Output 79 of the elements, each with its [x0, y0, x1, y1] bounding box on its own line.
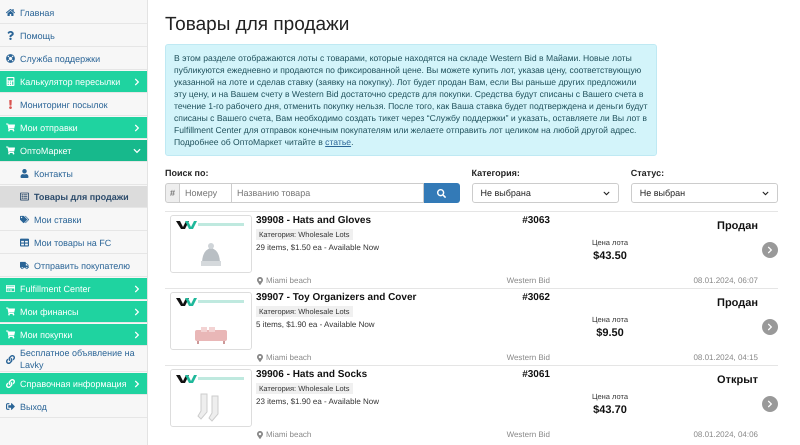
open-lot-button[interactable]	[762, 242, 778, 258]
lot-number: #3062	[522, 292, 550, 303]
logout-icon	[6, 402, 15, 411]
table-icon	[20, 238, 29, 247]
lot-location: Miami beach	[256, 353, 312, 362]
caret-icon	[602, 190, 610, 196]
caret-icon	[762, 190, 769, 196]
chevron-right-icon	[133, 124, 141, 132]
lot-number: #3061	[522, 369, 550, 380]
calculator-icon	[6, 77, 15, 86]
hash-addon: #	[165, 183, 180, 203]
lot-seller: Western Bid	[506, 276, 550, 285]
cart-icon	[6, 146, 15, 155]
hat-drawing	[198, 242, 224, 268]
cart-icon	[6, 123, 15, 132]
sidebar-item[interactable]: Бесплатное объявление на Lavky	[0, 347, 147, 372]
card-icon	[6, 284, 15, 293]
cart-icon	[6, 307, 15, 316]
lot-status: Продан	[717, 220, 758, 232]
status-label: Статус:	[630, 168, 666, 178]
category-select[interactable]: Не выбрана	[472, 183, 619, 203]
lot-date: 08.01.2024, 06:07	[693, 276, 758, 285]
chevron-right-icon	[133, 308, 141, 316]
sidebar-subitem[interactable]: Товары для продажи	[0, 186, 147, 208]
chevron-down-icon	[133, 146, 141, 154]
lot-seller: Western Bid	[506, 353, 550, 362]
lot-date: 08.01.2024, 04:06	[693, 430, 758, 439]
lot-title[interactable]: 39906 - Hats and Socks	[256, 369, 368, 380]
list-icon	[20, 192, 29, 201]
lifebuoy-icon	[6, 54, 15, 63]
lot-details: 23 items, $1.90 ea - Available Now	[256, 397, 380, 406]
info-text: В этом разделе отображаются лоты с товарами, которые находятся на складе Western Bid в Майами. Новые лоты публикуются ежедневно и продаются по фиксированной цене. Вы можете купить лот, указав цену, соответствующую указанной на лоте и сделав ставку (заявку на покупку). Лот будет продан Вам, если Вы раньше других предложили эту цену, и на Вашем счету в Western Bid достаточно средств для покупки. Средства будут списаны с Вашего счета в течение 1-го рабочего дня, отменить покупку нельзя. После того, как Ваша ставка будет подтверждена и деньги будут списаны с Вашего счета, Вам необходимо создать тикет через “Службу поддержки” и указать, оставляете ли Вы лот в Fulfillment Center для отправок конечным покупателям или желаете отправить лот целиком на любой другой адрес. Подробнее об ОптоМаркет читайте в статье.	[165, 44, 657, 156]
lot-number: #3063	[522, 215, 550, 226]
map-pin-icon	[256, 354, 264, 362]
category-label: Категория:	[472, 168, 521, 178]
map-pin-icon	[256, 430, 264, 438]
lot-details: 29 items, $1.50 ea - Available Now	[256, 243, 380, 252]
lot-price: $43.50	[593, 250, 627, 262]
truck-icon	[20, 261, 29, 270]
lot-status: Продан	[717, 297, 758, 309]
chevron-right-icon	[133, 330, 141, 338]
home-icon	[6, 8, 15, 17]
lot-location: Miami beach	[256, 430, 312, 439]
lot-location: Miami beach	[256, 276, 312, 285]
name-field[interactable]: Названию товара	[232, 183, 424, 203]
article-link[interactable]: статье	[325, 137, 352, 147]
search-label: Поиск по:	[165, 168, 210, 178]
page-title: Товары для продажи	[165, 14, 350, 36]
chevron-right-icon	[766, 400, 774, 408]
lot-price: $43.70	[593, 404, 627, 416]
link-icon	[6, 354, 15, 364]
exclamation-icon	[6, 100, 15, 109]
number-field[interactable]: Номеру	[180, 183, 232, 203]
lot-price: $9.50	[596, 327, 624, 339]
logo-mark-icon	[176, 374, 246, 384]
chevron-right-icon	[133, 284, 141, 292]
cart-icon	[6, 330, 15, 339]
chevron-right-icon	[766, 323, 774, 331]
map-pin-icon	[256, 276, 264, 284]
lot-seller: Western Bid	[506, 430, 550, 439]
search-icon	[437, 188, 446, 198]
lot-title[interactable]: 39908 - Hats and Gloves	[256, 215, 372, 226]
logo-mark-icon	[176, 297, 246, 307]
status-select[interactable]: Не выбран	[630, 183, 778, 203]
open-lot-button[interactable]	[762, 319, 778, 335]
logo-mark-icon	[176, 220, 246, 230]
chevron-right-icon	[133, 78, 141, 86]
lot-status: Открыт	[717, 374, 758, 386]
tags-icon	[20, 215, 29, 224]
chevron-right-icon	[766, 246, 774, 254]
user-icon	[20, 169, 29, 178]
lot-title[interactable]: 39907 - Toy Organizers and Cover	[256, 292, 416, 303]
lot-details: 5 items, $1.90 ea - Available Now	[256, 320, 376, 329]
question-icon	[6, 31, 15, 40]
open-lot-button[interactable]	[762, 396, 778, 412]
chevron-right-icon	[133, 380, 141, 388]
search-button[interactable]	[424, 183, 460, 203]
lot-date: 08.01.2024, 04:15	[693, 353, 758, 362]
link-icon	[6, 379, 15, 388]
